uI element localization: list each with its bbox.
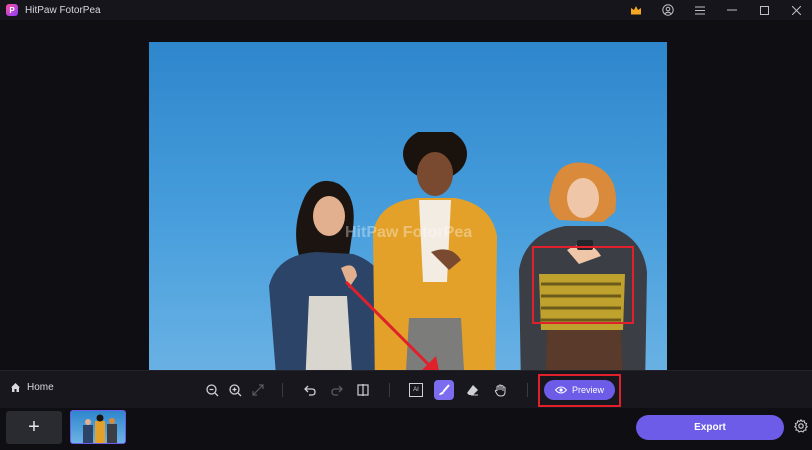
maximize-icon[interactable] — [748, 0, 780, 20]
home-button[interactable]: Home — [10, 382, 54, 393]
undo-icon — [304, 385, 316, 396]
export-button[interactable]: Export — [636, 415, 784, 440]
app-logo-icon: P — [6, 4, 18, 16]
watermark-text: HitPaw FotorPea — [345, 224, 473, 241]
redo-icon — [331, 385, 343, 396]
fit-screen-icon — [252, 384, 264, 396]
account-icon[interactable] — [652, 0, 684, 20]
toolbar-divider — [282, 383, 283, 397]
preview-highlight-box — [538, 374, 621, 407]
compare-button[interactable] — [353, 380, 373, 400]
window-controls — [620, 0, 812, 20]
image-thumbnail[interactable] — [70, 410, 126, 444]
brush-tool-button[interactable] — [434, 380, 454, 400]
bottom-bar: + Export — [0, 408, 812, 450]
add-image-button[interactable]: + — [6, 411, 62, 444]
ai-select-button[interactable]: AI — [406, 380, 426, 400]
canvas-area[interactable]: HitPaw FotorPea — [0, 20, 812, 388]
zoom-out-icon — [205, 383, 218, 396]
compare-icon — [357, 384, 369, 396]
gear-icon[interactable] — [794, 419, 808, 433]
thumbnail-image — [83, 414, 117, 443]
app-title: HitPaw FotorPea — [25, 4, 101, 16]
editor-toolbar: Home AI Preview — [0, 370, 812, 409]
redo-button[interactable] — [327, 380, 347, 400]
brush-icon — [439, 384, 450, 395]
toolbar-divider — [389, 383, 390, 397]
zoom-in-icon — [228, 383, 241, 396]
selection-highlight-box — [532, 246, 634, 324]
toolbar-divider — [527, 383, 528, 397]
home-icon — [11, 383, 20, 392]
home-label: Home — [27, 382, 54, 393]
plus-icon: + — [28, 416, 40, 438]
undo-button[interactable] — [300, 380, 320, 400]
eraser-icon — [466, 385, 478, 396]
crown-icon[interactable] — [620, 0, 652, 20]
close-icon[interactable] — [780, 0, 812, 20]
ai-select-icon: AI — [409, 383, 423, 397]
zoom-out-button[interactable] — [202, 380, 222, 400]
zoom-in-button[interactable] — [225, 380, 245, 400]
title-bar: P HitPaw FotorPea — [0, 0, 812, 20]
minimize-icon[interactable] — [716, 0, 748, 20]
fit-screen-button[interactable] — [248, 380, 268, 400]
menu-icon[interactable] — [684, 0, 716, 20]
eraser-tool-button[interactable] — [462, 380, 482, 400]
hand-icon — [494, 383, 505, 397]
hand-tool-button[interactable] — [490, 380, 510, 400]
